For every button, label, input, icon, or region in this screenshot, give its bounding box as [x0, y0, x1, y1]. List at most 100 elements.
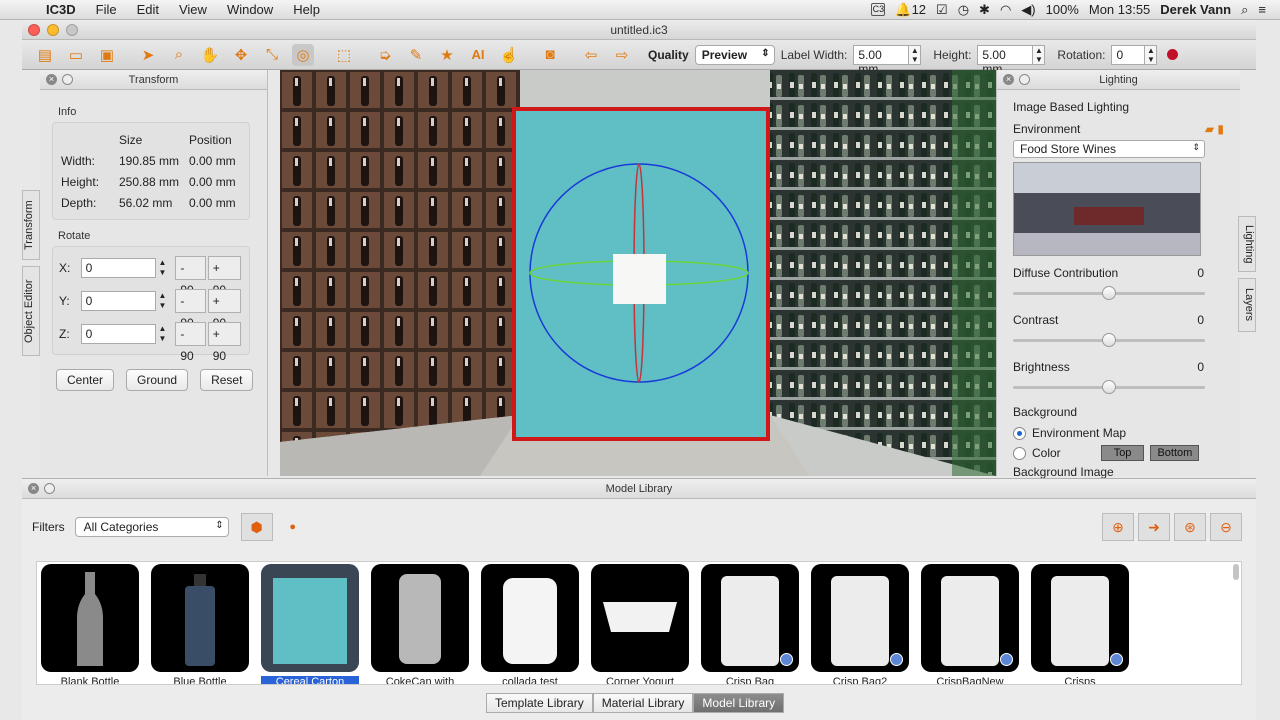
export-model-icon[interactable]: ⊛	[1174, 513, 1206, 541]
clock-icon[interactable]: ◷	[958, 2, 969, 18]
model-thumb-cereal-carton[interactable]	[261, 564, 359, 672]
model-thumb-crisp-bag[interactable]	[701, 564, 799, 672]
folder-icon[interactable]: ▰	[1205, 122, 1214, 136]
top-color-button[interactable]: Top	[1100, 445, 1145, 461]
close-panel-icon[interactable]: ×	[46, 74, 57, 85]
touch-icon[interactable]: ☝	[498, 44, 520, 66]
library-scrollbar[interactable]	[1233, 564, 1239, 580]
spotlight-icon[interactable]: ⌕	[1241, 2, 1248, 18]
model-thumb-crisp-bag2[interactable]	[811, 564, 909, 672]
environment-select[interactable]: Food Store Wines	[1013, 140, 1205, 158]
model-thumb-collada-test[interactable]	[481, 564, 579, 672]
bg-env-map-radio[interactable]	[1013, 426, 1026, 440]
camera-icon[interactable]: ◙	[539, 44, 561, 66]
bg-color-option[interactable]: Color Top Bottom	[1013, 443, 1224, 463]
contrast-slider-knob[interactable]	[1102, 333, 1116, 347]
rotate-z-minus-90-button[interactable]: - 90	[175, 321, 206, 363]
model-label-crisp-bag2[interactable]: Crisp Bag2	[811, 676, 909, 684]
bottom-color-button[interactable]: Bottom	[1150, 445, 1200, 461]
check-icon[interactable]: ☑	[936, 2, 948, 18]
menubar-clock[interactable]: Mon 13:55	[1089, 2, 1150, 17]
lock-icon[interactable]: ▮	[1217, 122, 1224, 136]
zoom-window-button[interactable]	[66, 24, 78, 36]
detach-panel-icon[interactable]	[1019, 74, 1030, 85]
rotate-x-minus-90-button[interactable]: - 90	[175, 255, 206, 297]
detach-panel-icon[interactable]	[62, 74, 73, 85]
wifi-icon[interactable]: ◠	[1000, 2, 1011, 18]
center-button[interactable]: Center	[56, 369, 115, 391]
tab-transform[interactable]: Transform	[22, 190, 40, 260]
pivot-center-block[interactable]	[613, 254, 666, 304]
menu-app[interactable]: IC3D	[36, 2, 86, 17]
model-label-cereal-carton[interactable]: Cereal Carton	[261, 676, 359, 684]
battery-percent[interactable]: 100%	[1046, 2, 1079, 17]
contrast-slider[interactable]	[1013, 333, 1205, 347]
model-label-corner-yogurt[interactable]: Corner Yogurt	[591, 676, 689, 684]
close-window-button[interactable]	[28, 24, 40, 36]
frame-icon[interactable]: ⬚	[333, 44, 355, 66]
model-thumb-coke-can[interactable]	[371, 564, 469, 672]
bg-color-radio[interactable]	[1013, 446, 1026, 460]
model-label-crisp-bag[interactable]: Crisp Bag	[701, 676, 799, 684]
volume-icon[interactable]: ◀)	[1021, 2, 1035, 18]
model-label-blank-bottle[interactable]: Blank Bottle	[41, 676, 139, 684]
rotate-y-field[interactable]: 0	[80, 290, 156, 311]
notification-icon[interactable]: 🔔12	[895, 2, 926, 18]
rotate-x-stepper[interactable]: ▲ ▼	[158, 258, 168, 278]
rotation-stepper[interactable]: ▲ ▼	[1145, 44, 1158, 65]
import-model-icon[interactable]: ➜	[1138, 513, 1170, 541]
brush-icon[interactable]: ✎	[405, 44, 427, 66]
model-thumb-corner-yogurt[interactable]	[591, 564, 689, 672]
detach-panel-icon[interactable]	[44, 483, 55, 494]
rotate-y-minus-90-button[interactable]: - 90	[175, 288, 206, 330]
star-icon[interactable]: ★	[436, 44, 458, 66]
menu-view[interactable]: View	[169, 2, 217, 17]
new-document-icon[interactable]: ▤	[34, 44, 56, 66]
menu-help[interactable]: Help	[283, 2, 330, 17]
rotate-x-field[interactable]: 0	[80, 257, 156, 278]
tab-object-editor[interactable]: Object Editor	[22, 266, 40, 356]
3d-viewport[interactable]	[280, 70, 996, 476]
menu-file[interactable]: File	[86, 2, 127, 17]
move-icon[interactable]: ✥	[230, 44, 252, 66]
category-filter-select[interactable]: All Categories	[74, 517, 229, 537]
menu-window[interactable]: Window	[217, 2, 283, 17]
open-folder-icon[interactable]: ▭	[65, 44, 87, 66]
bluetooth-icon[interactable]: ✱	[979, 2, 990, 18]
model-label-coke-can[interactable]: CokeCan with	[371, 676, 469, 684]
brightness-slider[interactable]	[1013, 380, 1205, 394]
list-icon[interactable]: ≡	[1258, 2, 1266, 17]
model-label-crispbagnew[interactable]: CrispBagNew	[921, 676, 1019, 684]
model-thumb-blue-bottle[interactable]	[151, 564, 249, 672]
tab-template-library[interactable]: Template Library	[486, 693, 593, 713]
c3-badge-icon[interactable]: C3	[871, 3, 886, 16]
brightness-slider-knob[interactable]	[1102, 380, 1116, 394]
rotate-icon[interactable]: ◎	[292, 43, 314, 66]
pan-hand-icon[interactable]: ✋	[199, 44, 221, 66]
label-width-field[interactable]: 5.00 mm	[853, 44, 910, 76]
close-panel-icon[interactable]: ×	[28, 483, 39, 494]
model-thumb-crispbagnew[interactable]	[921, 564, 1019, 672]
select-arrow-icon[interactable]: ➤	[137, 44, 159, 66]
rotate-x-plus-90-button[interactable]: + 90	[207, 255, 241, 297]
tab-layers[interactable]: Layers	[1238, 278, 1256, 332]
tab-lighting[interactable]: Lighting	[1238, 216, 1256, 272]
redo-icon[interactable]: ⇨	[611, 44, 633, 66]
scale-icon[interactable]: ⤡	[261, 44, 283, 66]
bg-env-map-option[interactable]: Environment Map	[1013, 423, 1224, 443]
text-ai-icon[interactable]: AI	[467, 44, 489, 66]
filter-3d-models-icon[interactable]: ⬢	[240, 513, 273, 541]
rotate-z-field[interactable]: 0	[80, 323, 156, 344]
model-label-blue-bottle[interactable]: Blue Bottle	[151, 676, 249, 684]
label-tag-icon[interactable]: ➭	[374, 44, 396, 66]
diffuse-slider-knob[interactable]	[1102, 286, 1116, 300]
model-label-crisps[interactable]: Crisps	[1031, 676, 1129, 684]
tab-material-library[interactable]: Material Library	[592, 693, 694, 713]
rotate-y-plus-90-button[interactable]: + 90	[207, 288, 241, 330]
diffuse-slider[interactable]	[1013, 286, 1205, 300]
minimize-window-button[interactable]	[47, 24, 59, 36]
filter-materials-icon[interactable]: ●	[277, 513, 309, 541]
model-label-collada-test[interactable]: collada test	[481, 676, 579, 684]
rotation-field[interactable]: 0	[1111, 44, 1146, 65]
reset-button[interactable]: Reset	[200, 369, 254, 391]
